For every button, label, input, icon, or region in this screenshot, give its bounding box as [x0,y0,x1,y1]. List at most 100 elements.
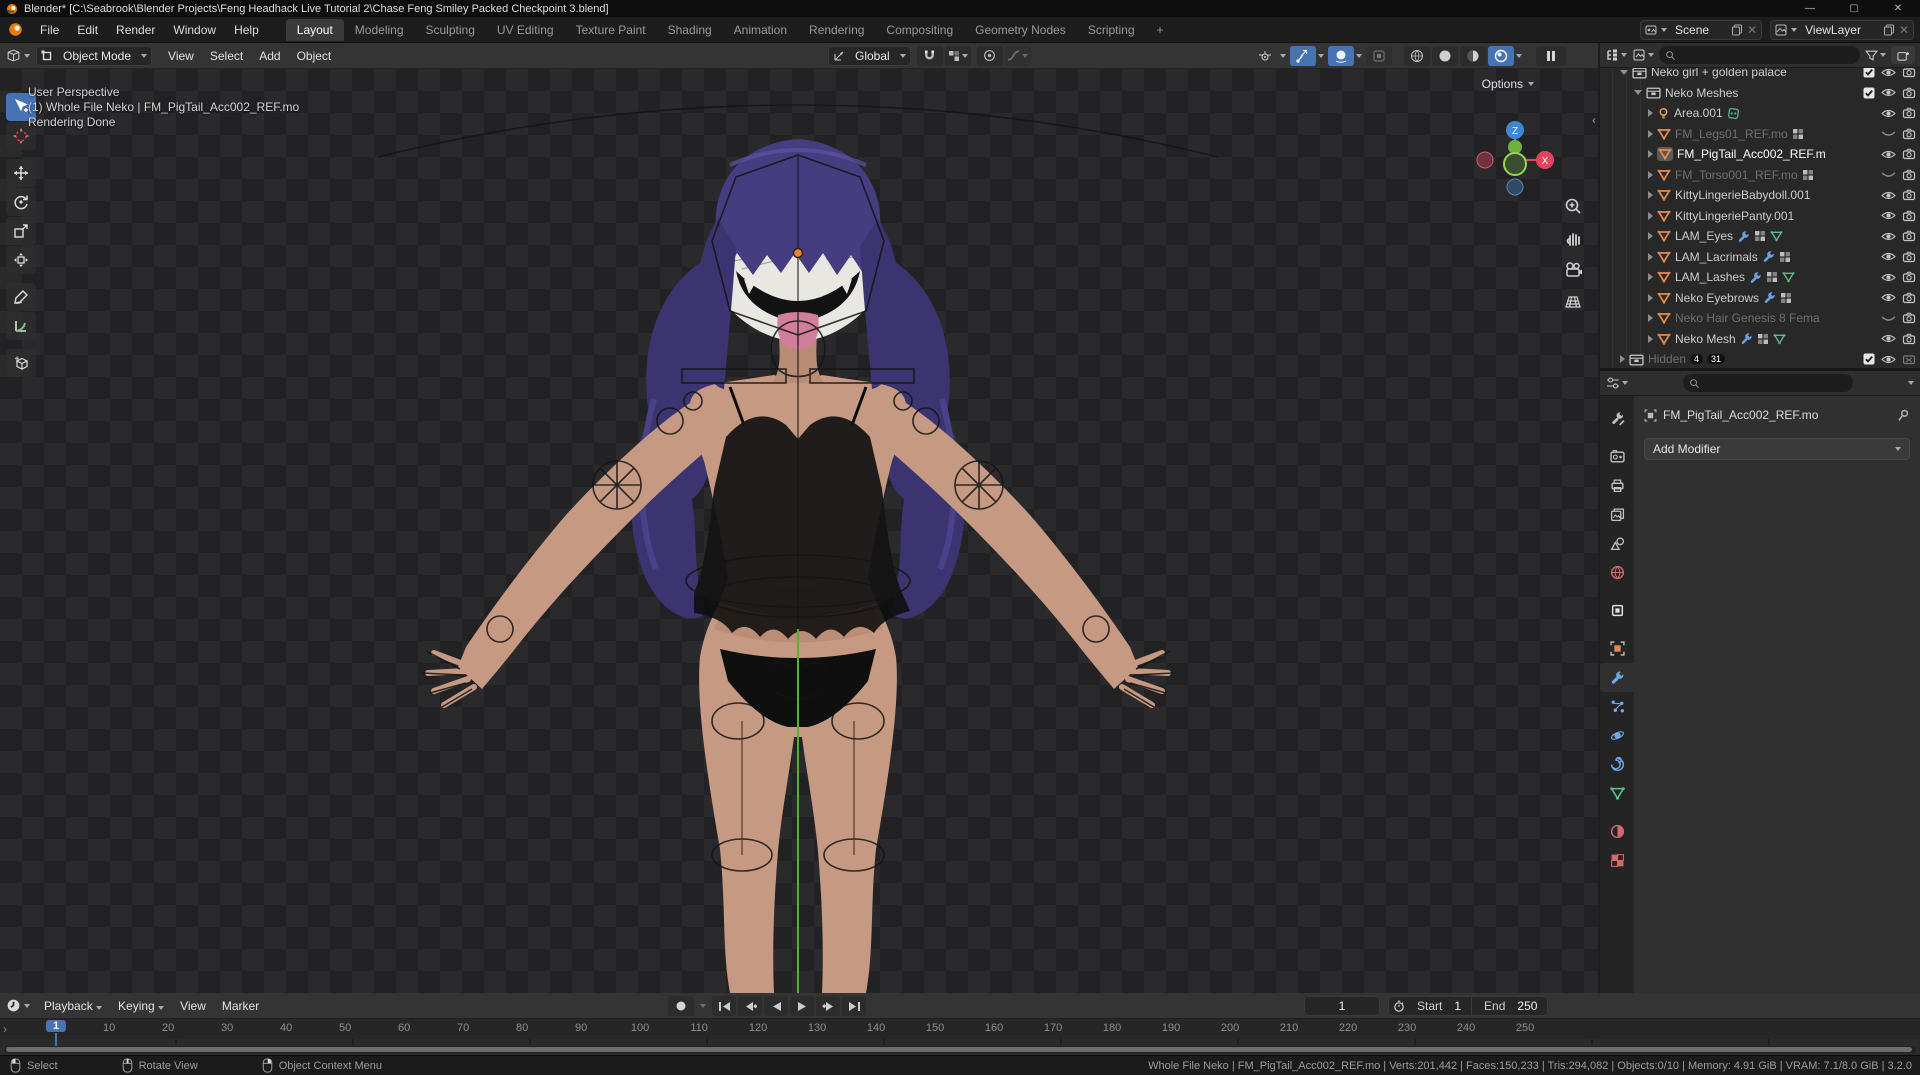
properties-tab-data[interactable] [1600,779,1634,808]
play-back-button[interactable] [764,996,788,1016]
eye-open-icon[interactable] [1881,333,1896,344]
disclosure-open-icon[interactable] [1620,70,1628,75]
maximize-button[interactable]: ▢ [1832,0,1876,17]
pan-control[interactable] [1564,229,1582,247]
outliner-row[interactable]: FM_Legs01_REF.mo [1600,124,1920,144]
copy-icon[interactable] [1883,24,1895,36]
outliner-row[interactable]: FM_PigTail_Acc002_REF.m [1600,144,1920,164]
properties-tab-particles[interactable] [1600,692,1634,721]
outliner-search-input[interactable] [1659,46,1860,64]
timeline-scrollbar[interactable] [4,1046,1916,1053]
disclosure-closed-icon[interactable] [1648,273,1653,281]
editor-type-button[interactable] [6,48,34,63]
eye-closed-icon[interactable] [1881,169,1896,180]
camera-visibility-icon[interactable] [1902,333,1916,345]
properties-tab-modifiers[interactable] [1600,663,1634,692]
add-workspace-button[interactable]: + [1146,19,1175,41]
timeline-ruler[interactable]: › 11020304050607080901001101201301401501… [0,1019,1920,1039]
new-collection-button[interactable] [1891,46,1915,64]
outliner-row[interactable]: KittyLingeriePanty.001 [1600,206,1920,226]
proportional-falloff-dropdown[interactable] [1005,46,1031,66]
outliner-row[interactable]: LAM_Lashes [1600,267,1920,287]
camera-visibility-icon[interactable] [1902,148,1916,160]
properties-tab-texture[interactable] [1600,846,1634,875]
outliner-row[interactable]: KittyLingerieBabydoll.001 [1600,185,1920,205]
auto-key-record-button[interactable] [668,996,694,1016]
timeline-menu-playback[interactable]: Playback [36,995,110,1017]
properties-tab-material[interactable] [1600,817,1634,846]
jump-first-button[interactable] [712,996,736,1016]
disclosure-closed-icon[interactable] [1648,191,1653,199]
menu-file[interactable]: File [31,19,68,41]
collection-checkbox[interactable] [1863,87,1875,99]
eye-open-icon[interactable] [1881,354,1896,365]
minimize-button[interactable]: — [1788,0,1832,17]
eye-closed-icon[interactable] [1881,128,1896,139]
workspace-tab-modeling[interactable]: Modeling [344,19,415,41]
eye-open-icon[interactable] [1881,149,1896,160]
outliner-row[interactable]: Neko girl + golden palace [1600,68,1920,82]
camera-visibility-icon[interactable] [1902,210,1916,222]
workspace-tab-scripting[interactable]: Scripting [1077,19,1146,41]
outliner-row[interactable]: Area.001 [1600,103,1920,123]
outliner-row[interactable]: LAM_Eyes [1600,226,1920,246]
disclosure-closed-icon[interactable] [1648,232,1653,240]
overlays-toggle[interactable] [1328,46,1354,66]
timeline-collapse-arrow[interactable]: › [3,1022,7,1036]
menu-render[interactable]: Render [107,19,164,41]
shading-material-button[interactable] [1460,46,1486,66]
mode-selector[interactable]: Object Mode [36,46,152,66]
shading-solid-button[interactable] [1432,46,1458,66]
auto-key-options[interactable] [700,1004,706,1008]
outliner-row[interactable]: FM_Torso001_REF.mo [1600,165,1920,185]
properties-tab-object-props[interactable] [1600,596,1634,625]
close-button[interactable]: ✕ [1876,0,1920,17]
jump-last-button[interactable] [842,996,866,1016]
workspace-tab-uv-editing[interactable]: UV Editing [486,19,565,41]
outliner-row[interactable]: Neko Hair Genesis 8 Fema [1600,308,1920,328]
play-button[interactable] [790,996,814,1016]
eye-open-icon[interactable] [1881,87,1896,98]
disclosure-closed-icon[interactable] [1648,294,1653,302]
current-frame-field[interactable]: 1 [1304,996,1380,1016]
frame-start-field[interactable]: Start 1 [1388,996,1472,1016]
properties-tab-render[interactable] [1600,442,1634,471]
workspace-tab-shading[interactable]: Shading [657,19,723,41]
properties-options-dropdown[interactable] [1908,381,1914,385]
properties-search-input[interactable] [1683,374,1853,392]
collection-checkbox[interactable] [1863,353,1875,365]
properties-tab-physics[interactable] [1600,721,1634,750]
camera-visibility-icon[interactable] [1902,169,1916,181]
disclosure-closed-icon[interactable] [1648,335,1653,343]
current-frame-marker[interactable]: 1 [46,1020,66,1032]
disclosure-closed-icon[interactable] [1620,355,1625,363]
workspace-tab-geometry-nodes[interactable]: Geometry Nodes [964,19,1077,41]
timeline-menu-view[interactable]: View [172,995,214,1017]
unlink-scene-icon[interactable]: ✕ [1747,23,1757,37]
timeline-menu-marker[interactable]: Marker [214,995,267,1017]
workspace-tab-texture-paint[interactable]: Texture Paint [565,19,657,41]
outliner-filter-button[interactable] [1865,49,1886,62]
viewport-menu-select[interactable]: Select [202,45,251,67]
xray-toggle[interactable] [1366,46,1392,66]
shading-wireframe-button[interactable] [1404,46,1430,66]
zoom-control[interactable] [1564,197,1582,215]
pause-render-button[interactable] [1536,46,1566,66]
workspace-tab-sculpting[interactable]: Sculpting [415,19,486,41]
disclosure-closed-icon[interactable] [1648,253,1653,261]
prev-key-button[interactable] [738,996,762,1016]
playhead[interactable] [55,1033,57,1047]
menu-window[interactable]: Window [164,19,225,41]
eye-open-icon[interactable] [1881,292,1896,303]
menu-help[interactable]: Help [225,19,268,41]
camera-visibility-icon[interactable] [1902,312,1916,324]
camera-visibility-icon[interactable] [1902,353,1916,365]
viewport-menu-view[interactable]: View [160,45,202,67]
outliner-editor-type[interactable] [1605,48,1627,62]
gizmos-toggle[interactable] [1290,46,1316,66]
eye-open-icon[interactable] [1881,108,1896,119]
camera-visibility-icon[interactable] [1902,68,1916,78]
copy-icon[interactable] [1731,24,1743,36]
eye-closed-icon[interactable] [1881,313,1896,324]
disclosure-closed-icon[interactable] [1648,130,1653,138]
